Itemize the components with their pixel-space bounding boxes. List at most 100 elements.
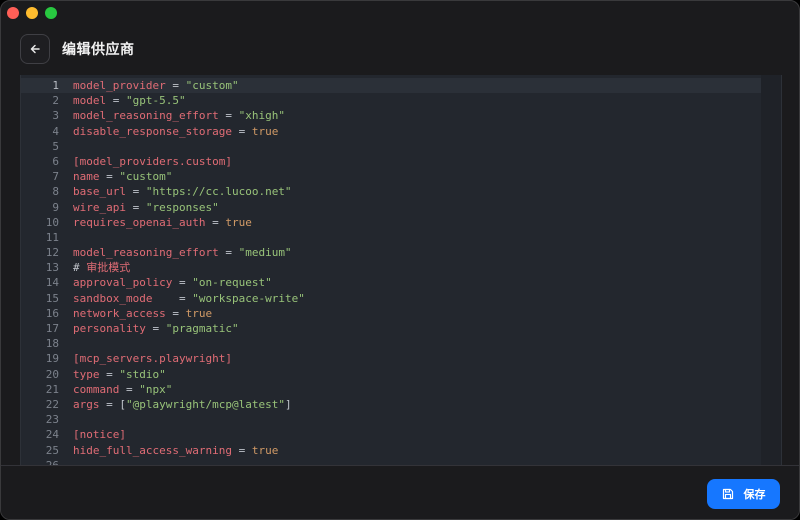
line-number: 17 — [45, 322, 59, 335]
code-token-key: base_url — [73, 185, 126, 199]
code-token-str: "xhigh" — [238, 109, 285, 123]
line-text: command = "npx" — [73, 382, 172, 397]
code-line[interactable]: 3 model_reasoning_effort = "xhigh" — [21, 108, 761, 123]
code-line[interactable]: 1 model_provider = "custom" — [21, 78, 761, 94]
code-token-op: # — [73, 261, 87, 275]
code-token-op: = — [231, 443, 252, 457]
line-number: 24 — [45, 428, 59, 442]
code-line[interactable]: 4 disable_response_storage = true — [21, 124, 761, 139]
line-text: type = "stdio" — [73, 367, 166, 382]
line-number: 11 — [45, 230, 59, 244]
line-text: model_provider = "custom" — [73, 78, 239, 93]
code-line[interactable]: 12 model_reasoning_effort = "medium" — [21, 245, 761, 260]
code-line[interactable]: 7 name = "custom" — [21, 169, 761, 184]
code-line[interactable]: 18 — [21, 336, 761, 351]
floppy-disk-icon — [722, 488, 733, 500]
code-token-section: [model_providers.custom] — [73, 154, 232, 168]
line-text: requires_openai_auth = true — [73, 215, 252, 230]
save-button-label: 保存 — [743, 488, 766, 501]
line-number: 21 — [45, 382, 59, 396]
code-line[interactable]: 23 — [21, 412, 761, 427]
line-number: 9 — [52, 200, 59, 214]
line-number: 14 — [45, 276, 59, 290]
code-line[interactable]: 22 args = ["@playwright/mcp@latest"] — [21, 397, 761, 412]
code-token-section: [notice] — [73, 428, 126, 442]
line-number: 20 — [45, 367, 59, 381]
code-line[interactable]: 6 [model_providers.custom] — [21, 154, 761, 169]
code-line[interactable]: 11 — [21, 230, 761, 245]
code-token-str: "custom" — [119, 170, 173, 184]
code-token-str: "https://cc.lucoo.net" — [145, 185, 292, 199]
code-line[interactable]: 9 wire_api = "responses" — [21, 200, 761, 215]
line-number: 16 — [45, 306, 59, 320]
code-line[interactable]: 19 [mcp_servers.playwright] — [21, 351, 761, 366]
back-button[interactable] — [20, 34, 50, 64]
line-number: 15 — [45, 291, 59, 305]
code-token-op: = — [172, 276, 193, 290]
footer-bar: 保存 — [1, 465, 799, 519]
code-token-str: "stdio" — [119, 367, 166, 381]
line-text: disable_response_storage = true — [73, 124, 278, 139]
code-token-str: "workspace-write" — [192, 291, 305, 305]
code-token-bool: true — [251, 443, 279, 457]
code-line[interactable]: 17 personality = "pragmatic" — [21, 321, 761, 336]
code-lines: 1 model_provider = "custom" 2 model = "gpt-… — [21, 75, 761, 465]
line-text: [mcp_servers.playwright] — [73, 351, 232, 366]
line-number: 3 — [52, 109, 59, 123]
code-token-section: [mcp_servers.playwright] — [73, 352, 232, 366]
code-token-op: = [ — [99, 397, 126, 411]
line-text: [notice] — [73, 427, 126, 442]
line-number: 2 — [52, 94, 59, 108]
code-token-op: = — [165, 306, 186, 320]
code-line[interactable]: 13 # 审批模式 — [21, 260, 761, 275]
code-token-op: = — [218, 246, 239, 260]
code-token-op: = — [165, 79, 186, 92]
line-number: 6 — [52, 154, 59, 168]
code-token-op: = — [99, 367, 120, 381]
code-line[interactable]: 8 base_url = "https://cc.lucoo.net" — [21, 184, 761, 199]
save-button[interactable]: 保存 — [707, 479, 780, 509]
code-line[interactable]: 25 hide_full_access_warning = true — [21, 443, 761, 458]
code-line[interactable]: 16 network_access = true — [21, 306, 761, 321]
code-token-op: = — [125, 200, 146, 214]
code-line[interactable]: 20 type = "stdio" — [21, 367, 761, 382]
code-token-op: = — [106, 94, 126, 108]
line-number: 13 — [45, 261, 59, 275]
code-token-key: wire_api — [73, 200, 126, 214]
code-line[interactable]: 15 sandbox_mode = "workspace-write" — [21, 291, 761, 306]
line-number: 22 — [45, 397, 59, 411]
code-line[interactable]: 2 model = "gpt-5.5" — [21, 93, 761, 108]
code-token-key: disable_response_storage — [73, 124, 232, 138]
code-editor[interactable]: 1 model_provider = "custom" 2 model = "gpt-… — [20, 75, 782, 465]
line-text: hide_full_access_warning = true — [73, 443, 278, 458]
close-window-button[interactable] — [7, 7, 19, 19]
line-text: sandbox_mode = "workspace-write" — [73, 291, 305, 306]
code-line[interactable]: 21 command = "npx" — [21, 382, 761, 397]
code-token-key: approval_policy — [73, 276, 173, 290]
code-line[interactable]: 26 — [21, 458, 761, 465]
code-token-op: = — [125, 185, 146, 199]
code-line[interactable]: 10 requires_openai_auth = true — [21, 215, 761, 230]
code-token-op: ] — [284, 397, 292, 411]
code-line[interactable]: 14 approval_policy = "on-request" — [21, 275, 761, 290]
code-token-key: hide_full_access_warning — [73, 443, 232, 457]
code-token-key: command — [73, 382, 120, 396]
editor-content[interactable]: 1 model_provider = "custom" 2 model = "gpt-… — [21, 75, 761, 465]
line-number: 26 — [21, 458, 73, 465]
code-token-str: "responses" — [145, 200, 219, 214]
code-token-key: args — [73, 397, 100, 411]
code-token-key: model_provider — [73, 79, 166, 92]
code-line[interactable]: 5 — [21, 139, 761, 154]
maximize-window-button[interactable] — [45, 7, 57, 19]
line-text: base_url = "https://cc.lucoo.net" — [73, 184, 292, 199]
code-token-op: = — [231, 124, 252, 138]
window-controls — [7, 7, 57, 19]
code-token-str: "custom" — [185, 79, 239, 92]
code-line[interactable]: 24 [notice] — [21, 427, 761, 442]
minimize-window-button[interactable] — [26, 7, 38, 19]
line-text: approval_policy = "on-request" — [73, 275, 272, 290]
editor-scrollbar[interactable] — [761, 75, 781, 465]
line-number: 7 — [52, 170, 59, 184]
code-token-key: model_reasoning_effort — [73, 246, 219, 260]
line-text: [model_providers.custom] — [73, 154, 232, 169]
